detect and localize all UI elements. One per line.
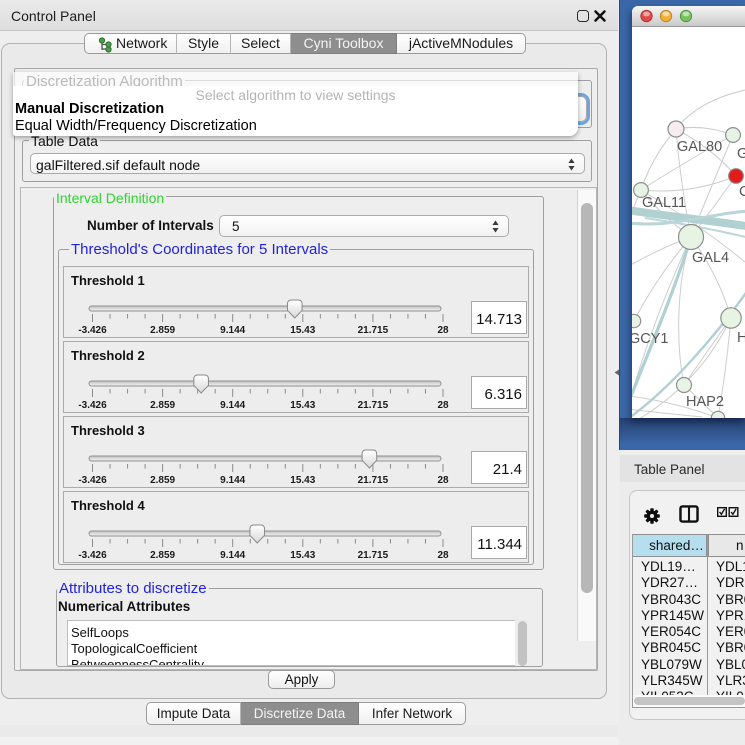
svg-text:2.859: 2.859 <box>150 400 175 411</box>
svg-text:9.144: 9.144 <box>220 550 245 561</box>
svg-text:21.715: 21.715 <box>358 400 389 411</box>
svg-text:21.715: 21.715 <box>358 325 389 336</box>
svg-text:28: 28 <box>437 325 449 336</box>
svg-text:9.144: 9.144 <box>220 475 245 486</box>
svg-text:GA: GA <box>737 146 745 162</box>
svg-text:15.43: 15.43 <box>290 325 315 336</box>
svg-text:15.43: 15.43 <box>290 475 315 486</box>
svg-text:HAP2: HAP2 <box>686 394 724 410</box>
svg-text:15.43: 15.43 <box>290 550 315 561</box>
svg-text:28: 28 <box>437 400 449 411</box>
svg-text:GAL11: GAL11 <box>642 195 686 211</box>
svg-text:-3.426: -3.426 <box>78 325 107 336</box>
svg-text:15.43: 15.43 <box>290 400 315 411</box>
svg-text:-3.426: -3.426 <box>78 475 107 486</box>
svg-text:28: 28 <box>437 550 449 561</box>
svg-text:GCY1: GCY1 <box>632 331 669 347</box>
svg-text:GAL4: GAL4 <box>692 250 729 266</box>
svg-text:21.715: 21.715 <box>358 550 389 561</box>
svg-text:21.715: 21.715 <box>358 475 389 486</box>
svg-text:-3.426: -3.426 <box>78 550 107 561</box>
svg-text:-3.426: -3.426 <box>78 400 107 411</box>
svg-text:C: C <box>739 184 745 200</box>
svg-text:H: H <box>737 330 745 346</box>
svg-text:9.144: 9.144 <box>220 400 245 411</box>
svg-text:2.859: 2.859 <box>150 475 175 486</box>
svg-text:2.859: 2.859 <box>150 325 175 336</box>
svg-text:28: 28 <box>437 475 449 486</box>
svg-text:GAL80: GAL80 <box>677 139 722 155</box>
svg-text:9.144: 9.144 <box>220 325 245 336</box>
svg-text:2.859: 2.859 <box>150 550 175 561</box>
